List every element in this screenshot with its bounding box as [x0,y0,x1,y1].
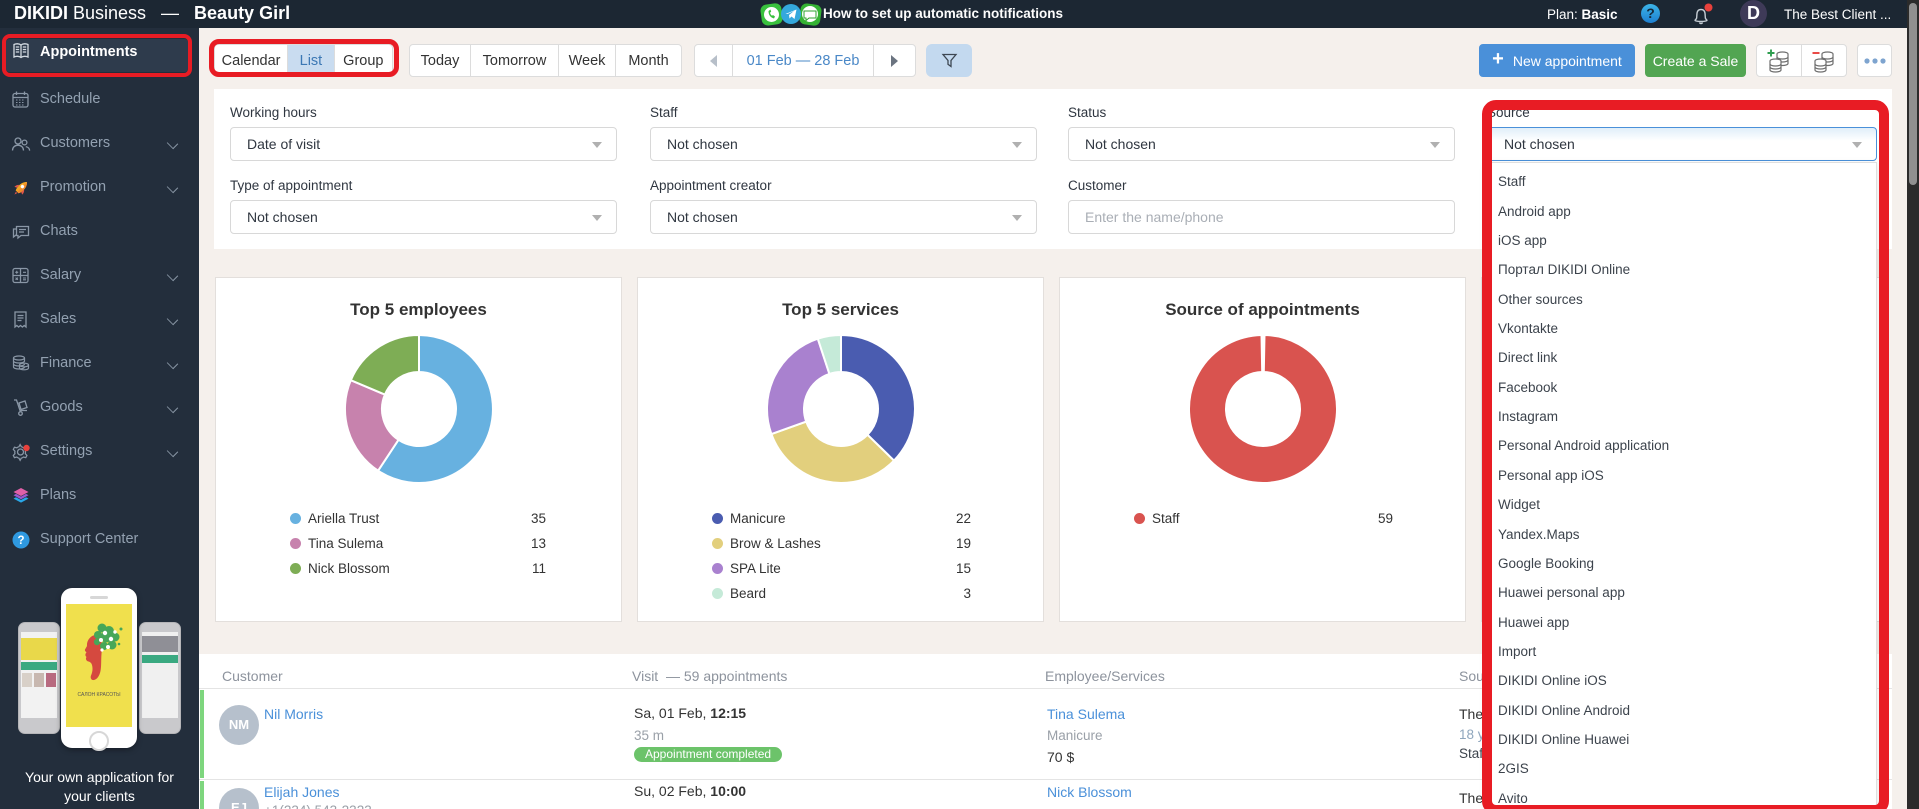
svg-text:?: ? [17,535,24,547]
svg-text:САЛОН КРАСОТЫ: САЛОН КРАСОТЫ [77,692,121,698]
